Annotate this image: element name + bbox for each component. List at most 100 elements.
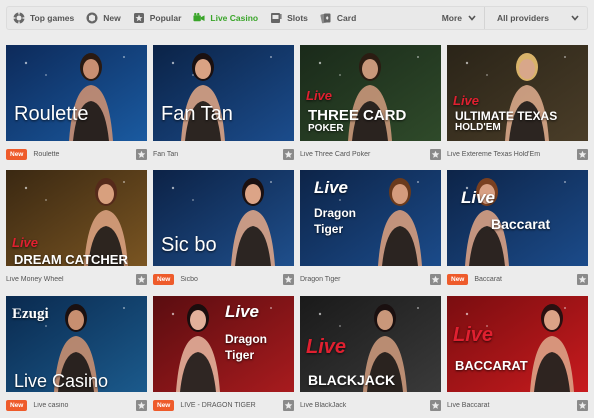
nav-item-top-games[interactable]: Top games [7,7,80,29]
live-label: Live [453,93,480,108]
game-card[interactable]: Live Dragon Tiger Dragon Tiger [300,170,441,288]
game-card[interactable]: Fan Tan Fan Tan [153,45,294,163]
new-badge: New [6,399,28,411]
favorite-star-icon[interactable] [430,399,441,411]
game-art-title: Dragon [314,206,356,220]
game-card[interactable]: Live THREE CARD POKER Live Three Card Poker [300,45,441,163]
game-art-title: Live Casino [14,371,109,391]
game-thumbnail[interactable]: Live DREAM CATCHER [6,170,147,266]
game-meta: Live Baccarat [447,397,588,413]
game-thumbnail[interactable]: Live Baccarat [447,170,588,266]
game-card[interactable]: Live BLACKJACK Live BlackJack [300,296,441,414]
game-title[interactable]: Roulette [33,151,136,158]
nav-label: Top games [30,13,75,23]
game-meta: Dragon Tiger [300,271,441,287]
game-art-title: THREE CARD [308,107,407,124]
chevron-down-icon [571,13,579,23]
game-thumbnail[interactable]: Sic bo [153,170,294,266]
game-title[interactable]: Live Extereme Texas Hold'Em [447,151,577,158]
game-title[interactable]: Live Money Wheel [6,276,136,283]
game-art-subtitle: HOLD'EM [455,122,501,133]
new-badge: New [447,273,469,285]
game-title[interactable]: Live casino [33,402,136,409]
game-title[interactable]: Baccarat [474,276,577,283]
game-meta: New Baccarat [447,271,588,287]
nav-item-live-casino[interactable]: Live Casino [187,7,264,29]
new-badge: New [6,148,28,160]
game-title[interactable]: LIVE - DRAGON TIGER [180,402,283,409]
live-label: Live [12,235,39,250]
favorite-star-icon[interactable] [577,273,588,285]
favorite-star-icon[interactable] [577,399,588,411]
favorite-star-icon[interactable] [430,273,441,285]
game-card[interactable]: Ezugi Live Casino New Live casino [6,296,147,414]
nav-item-popular[interactable]: Popular [127,7,188,29]
live-label: Live [453,324,494,346]
live-label: Live [306,88,333,103]
card-icon [320,12,332,24]
chip-icon [13,12,25,24]
providers-label: All providers [497,13,549,23]
providers-select[interactable]: All providers [484,7,587,29]
nav-item-slots[interactable]: Slots [264,7,314,29]
game-art-subtitle: Tiger [225,348,255,362]
game-title[interactable]: Sicbo [180,276,283,283]
game-title[interactable]: Dragon Tiger [300,276,430,283]
game-art-title: Baccarat [491,216,551,232]
game-title[interactable]: Fan Tan [153,151,283,158]
favorite-star-icon[interactable] [283,399,294,411]
nav-item-new[interactable]: New [80,7,126,29]
nav-label: New [103,13,121,23]
game-thumbnail[interactable]: Live Dragon Tiger [300,170,441,266]
more-dropdown[interactable]: More [436,7,484,29]
nav-label: Live Casino [210,13,259,23]
game-card[interactable]: Live DREAM CATCHER Live Money Wheel [6,170,147,288]
game-card[interactable]: Sic bo New Sicbo [153,170,294,288]
game-art-subtitle: POKER [308,123,344,134]
nav-label: Card [336,13,357,23]
nav-item-card[interactable]: Card [314,7,362,29]
nav-label: Slots [287,13,308,23]
live-label: Live [314,178,349,197]
game-meta: Live Extereme Texas Hold'Em [447,146,588,162]
game-art-subtitle: Tiger [314,222,344,236]
game-art-title: Fan Tan [161,103,233,125]
favorite-star-icon[interactable] [283,148,294,160]
game-thumbnail[interactable]: Live BACCARAT [447,296,588,392]
brand-logo-text: Ezugi [12,306,49,322]
game-title[interactable]: Live BlackJack [300,402,430,409]
game-art-title: Sic bo [161,234,217,256]
favorite-star-icon[interactable] [430,148,441,160]
game-art-title: Roulette [14,103,89,125]
favorite-star-icon[interactable] [136,399,147,411]
game-meta: New Sicbo [153,271,294,287]
live-label: Live [461,188,496,207]
live-label: Live [225,302,260,321]
game-thumbnail[interactable]: Live THREE CARD POKER [300,45,441,141]
favorite-star-icon[interactable] [136,148,147,160]
game-thumbnail[interactable]: Fan Tan [153,45,294,141]
game-thumbnail[interactable]: Live BLACKJACK [300,296,441,392]
live-label: Live [306,336,347,358]
game-card[interactable]: Roulette New Roulette [6,45,147,163]
game-thumbnail[interactable]: Roulette [6,45,147,141]
new-badge: New [153,273,175,285]
game-card[interactable]: Live Dragon Tiger New LIVE - DRAGON TIGER [153,296,294,414]
game-title[interactable]: Live Baccarat [447,402,577,409]
game-art-title: Dragon [225,332,267,346]
game-meta: Live Money Wheel [6,271,147,287]
favorite-star-icon[interactable] [577,148,588,160]
game-art-title: BACCARAT [455,358,528,373]
game-card[interactable]: Live Baccarat New Baccarat [447,170,588,288]
favorite-star-icon[interactable] [283,273,294,285]
game-thumbnail[interactable]: Live Dragon Tiger [153,296,294,392]
more-label: More [441,13,462,23]
game-thumbnail[interactable]: Live ULTIMATE TEXAS HOLD'EM [447,45,588,141]
game-card[interactable]: Live ULTIMATE TEXAS HOLD'EM Live Extereme T… [447,45,588,163]
game-thumbnail[interactable]: Ezugi Live Casino [6,296,147,392]
game-card[interactable]: Live BACCARAT Live Baccarat [447,296,588,414]
category-nav: Top games New Popular Live Casino Slots … [6,6,588,30]
new-badge: New [153,399,175,411]
game-title[interactable]: Live Three Card Poker [300,151,430,158]
favorite-star-icon[interactable] [136,273,147,285]
